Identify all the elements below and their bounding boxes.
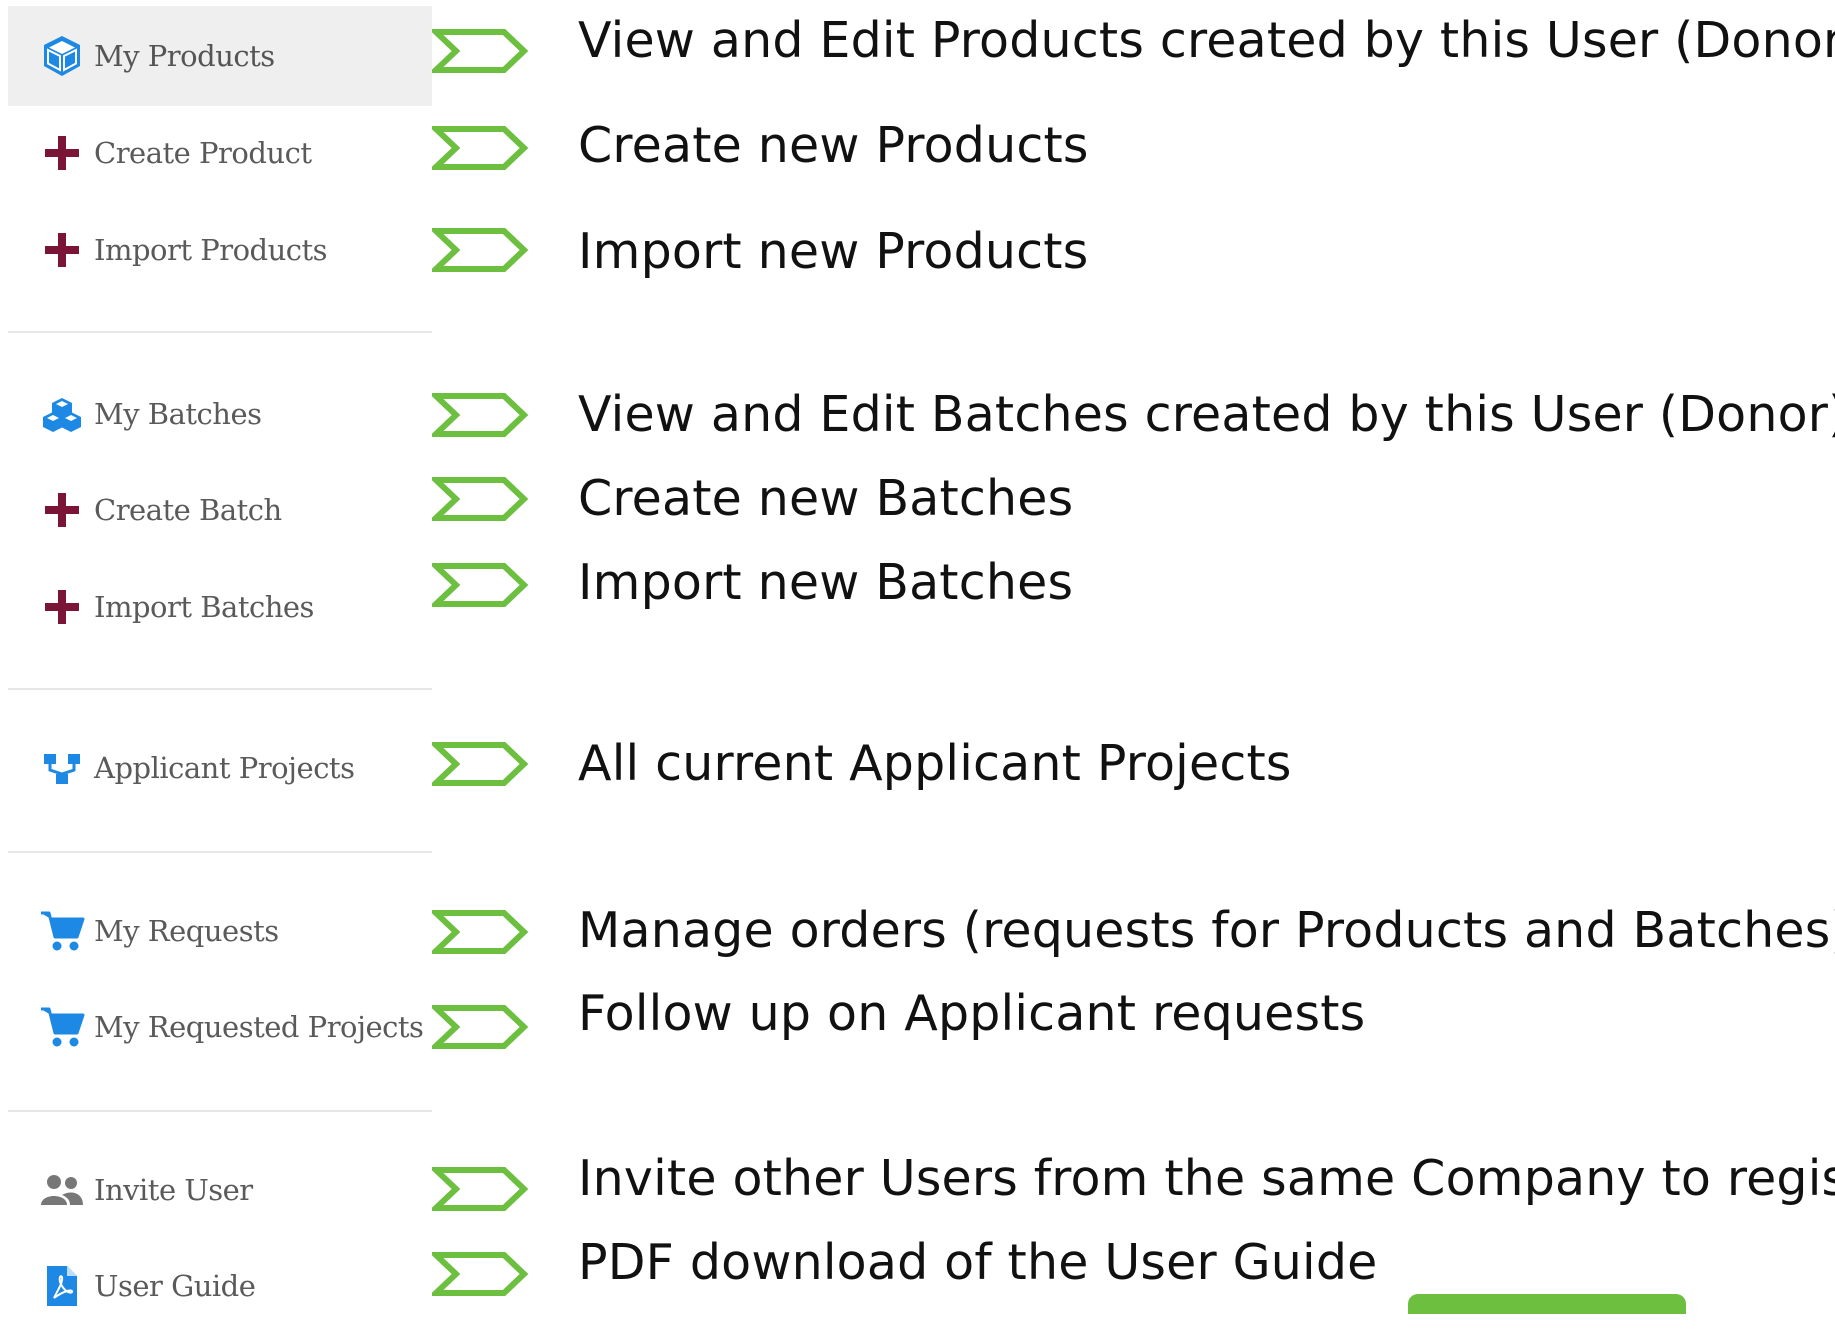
plus-icon bbox=[38, 129, 86, 177]
divider bbox=[8, 331, 432, 333]
description-my-batches: View and Edit Batches created by this Us… bbox=[578, 386, 1835, 443]
sidebar-item-my-requested-projects[interactable]: My Requested Projects bbox=[8, 981, 432, 1073]
sidebar-item-label: Create Product bbox=[94, 136, 312, 170]
green-bar bbox=[1408, 1294, 1686, 1314]
sidebar-item-my-products[interactable]: My Products bbox=[8, 6, 432, 106]
description-import-products: Import new Products bbox=[578, 223, 1089, 280]
divider bbox=[8, 851, 432, 853]
arrow-icon bbox=[432, 1005, 529, 1049]
sidebar-item-my-requests[interactable]: My Requests bbox=[8, 885, 432, 977]
description-create-batch: Create new Batches bbox=[578, 470, 1074, 527]
sidebar-item-import-products[interactable]: Import Products bbox=[8, 204, 432, 296]
sidebar-item-label: Import Products bbox=[94, 233, 328, 267]
sidebar-item-label: Invite User bbox=[94, 1173, 253, 1207]
description-invite-user: Invite other Users from the same Company… bbox=[578, 1150, 1835, 1207]
sidebar-menu: My Products Create Product Import Produc… bbox=[0, 0, 432, 1306]
sidebar-item-label: My Requests bbox=[94, 914, 279, 948]
arrow-icon bbox=[432, 1167, 529, 1211]
description-my-requested-projects: Follow up on Applicant requests bbox=[578, 985, 1366, 1042]
description-user-guide: PDF download of the User Guide bbox=[578, 1234, 1378, 1291]
cart-icon bbox=[38, 1003, 86, 1051]
sidebar-item-import-batches[interactable]: Import Batches bbox=[8, 561, 432, 653]
cart-icon bbox=[38, 907, 86, 955]
description-applicant-projects: All current Applicant Projects bbox=[578, 735, 1292, 792]
sidebar-item-label: Import Batches bbox=[94, 590, 314, 624]
sidebar-item-user-guide[interactable]: User Guide bbox=[8, 1240, 432, 1332]
description-create-product: Create new Products bbox=[578, 117, 1089, 174]
sidebar-item-my-batches[interactable]: My Batches bbox=[8, 368, 432, 460]
pdf-icon bbox=[38, 1262, 86, 1310]
users-icon bbox=[38, 1166, 86, 1214]
arrow-icon bbox=[432, 126, 529, 170]
sidebar-item-label: My Batches bbox=[94, 397, 262, 431]
description-my-requests: Manage orders (requests for Products and… bbox=[578, 902, 1835, 959]
sidebar-item-applicant-projects[interactable]: Applicant Projects bbox=[8, 722, 432, 814]
cube-icon bbox=[38, 32, 86, 80]
divider bbox=[8, 1110, 432, 1112]
sidebar-item-create-product[interactable]: Create Product bbox=[8, 107, 432, 199]
sidebar-item-label: My Requested Projects bbox=[94, 1010, 424, 1044]
arrow-icon bbox=[432, 742, 529, 786]
sidebar-item-label: My Products bbox=[94, 39, 275, 73]
sidebar-item-label: Create Batch bbox=[94, 493, 282, 527]
arrow-icon bbox=[432, 29, 529, 73]
sidebar-item-create-batch[interactable]: Create Batch bbox=[8, 464, 432, 556]
sitemap-icon bbox=[38, 744, 86, 792]
arrow-icon bbox=[432, 1252, 529, 1296]
plus-icon bbox=[38, 583, 86, 631]
cubes-icon bbox=[38, 390, 86, 438]
arrow-icon bbox=[432, 563, 529, 607]
arrow-icon bbox=[432, 477, 529, 521]
arrow-icon bbox=[432, 393, 529, 437]
arrow-icon bbox=[432, 910, 529, 954]
arrow-icon bbox=[432, 228, 529, 272]
sidebar-item-label: User Guide bbox=[94, 1269, 256, 1303]
plus-icon bbox=[38, 226, 86, 274]
divider bbox=[8, 688, 432, 690]
sidebar-item-invite-user[interactable]: Invite User bbox=[8, 1144, 432, 1236]
description-import-batches: Import new Batches bbox=[578, 554, 1074, 611]
description-my-products: View and Edit Products created by this U… bbox=[578, 12, 1835, 69]
plus-icon bbox=[38, 486, 86, 534]
sidebar-item-label: Applicant Projects bbox=[94, 751, 355, 785]
